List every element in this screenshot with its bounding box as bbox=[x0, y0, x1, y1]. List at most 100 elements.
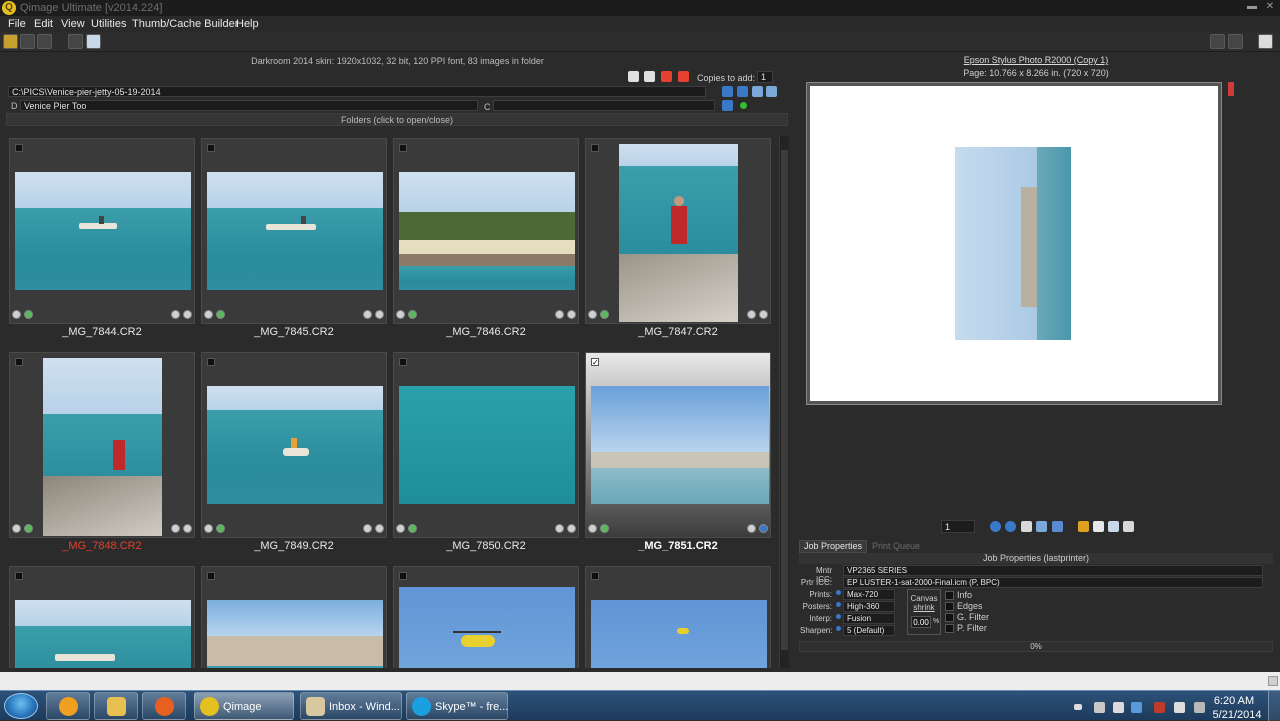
copies-input[interactable]: 1 bbox=[757, 71, 773, 83]
prtr-icc-select[interactable]: EP LUSTER-1-sat-2000-Final.icm (P, BPC) bbox=[843, 577, 1263, 588]
info-icon[interactable] bbox=[12, 524, 21, 533]
c-folder-field[interactable] bbox=[493, 100, 715, 111]
color-icon[interactable] bbox=[216, 310, 225, 319]
folder-path-input[interactable]: C:\PICS\Venice-pier-jetty-05-19-2014 bbox=[8, 86, 706, 97]
interp-select[interactable]: Fusion bbox=[843, 613, 895, 624]
page-icon[interactable] bbox=[1258, 34, 1273, 49]
remove-icon[interactable] bbox=[555, 310, 564, 319]
layout-icon[interactable] bbox=[1021, 521, 1032, 532]
folders-toggle-bar[interactable]: Folders (click to open/close) bbox=[6, 113, 788, 126]
select-checkbox[interactable] bbox=[15, 144, 23, 152]
canvas-shrink-link[interactable]: shrink bbox=[908, 603, 940, 612]
thumbnail-image[interactable] bbox=[207, 600, 383, 668]
menu-help[interactable]: Help bbox=[236, 18, 259, 30]
color-icon[interactable] bbox=[600, 524, 609, 533]
thumbnail-image[interactable] bbox=[399, 172, 575, 290]
thumbnail-image[interactable] bbox=[591, 600, 767, 668]
remove-icon[interactable] bbox=[363, 310, 372, 319]
prints-info-icon[interactable] bbox=[836, 590, 841, 595]
thumbnail-image[interactable] bbox=[15, 172, 191, 290]
g-filter-checkbox[interactable] bbox=[945, 613, 954, 622]
tray-flag-icon[interactable] bbox=[1174, 702, 1185, 713]
thumbnail-image[interactable] bbox=[619, 144, 738, 322]
thumbnail-image[interactable] bbox=[591, 386, 769, 504]
minimize-icon[interactable]: ▬ bbox=[1244, 0, 1260, 14]
taskbar-inbox[interactable]: Inbox - Wind... bbox=[300, 692, 402, 720]
printer-icon[interactable] bbox=[1210, 34, 1225, 49]
info-icon[interactable] bbox=[588, 310, 597, 319]
taskbar-qimage[interactable]: Qimage bbox=[194, 692, 294, 720]
select-checkbox[interactable] bbox=[399, 144, 407, 152]
taskbar-skype[interactable]: Skype™ - fre... bbox=[406, 692, 508, 720]
start-button[interactable] bbox=[4, 693, 38, 719]
add-red-icon-2[interactable] bbox=[678, 71, 689, 82]
info-icon[interactable] bbox=[12, 310, 21, 319]
edges-checkbox[interactable] bbox=[945, 602, 954, 611]
thumbnail-cell[interactable] bbox=[201, 566, 387, 668]
color-icon[interactable] bbox=[600, 310, 609, 319]
new-page-icon[interactable] bbox=[1093, 521, 1104, 532]
sharpen-info-icon[interactable] bbox=[836, 626, 841, 631]
color-icon[interactable] bbox=[216, 524, 225, 533]
grid-layout-icon[interactable] bbox=[1036, 521, 1047, 532]
print-preview-icon[interactable] bbox=[1228, 34, 1243, 49]
list-icon[interactable] bbox=[752, 86, 763, 97]
firefox-taskbar-icon[interactable] bbox=[142, 692, 186, 720]
select-checkbox[interactable] bbox=[591, 144, 599, 152]
thumbnail-cell[interactable] bbox=[9, 566, 195, 668]
open-folder-icon[interactable] bbox=[3, 34, 18, 49]
thumbnail-image[interactable] bbox=[399, 587, 575, 668]
remove-icon[interactable] bbox=[171, 310, 180, 319]
tab-job-properties[interactable]: Job Properties bbox=[799, 540, 867, 553]
sharpen-select[interactable]: 5 (Default) bbox=[843, 625, 895, 636]
info-icon[interactable] bbox=[204, 524, 213, 533]
posters-select[interactable]: High-360 PPI bbox=[843, 601, 895, 621]
remove-icon[interactable] bbox=[555, 524, 564, 533]
color-icon[interactable] bbox=[408, 524, 417, 533]
add-icon[interactable] bbox=[567, 310, 576, 319]
thumbnail-cell[interactable] bbox=[201, 138, 387, 324]
select-checkbox-checked[interactable]: ✓ bbox=[591, 358, 599, 367]
select-checkbox[interactable] bbox=[207, 144, 215, 152]
menu-utilities[interactable]: Utilities bbox=[91, 18, 126, 30]
close-icon[interactable]: ✕ bbox=[1262, 0, 1278, 14]
thumbnail-cell[interactable] bbox=[201, 352, 387, 538]
add-icon[interactable] bbox=[759, 524, 768, 533]
tray-display-icon[interactable] bbox=[1194, 702, 1205, 713]
back-arrow-icon[interactable] bbox=[722, 86, 733, 97]
canvas-value-input[interactable]: 0.00 bbox=[911, 616, 931, 628]
remove-icon[interactable] bbox=[171, 524, 180, 533]
window-layout-icon[interactable] bbox=[86, 34, 101, 49]
pinned-app-icon[interactable] bbox=[46, 692, 90, 720]
color-icon[interactable] bbox=[408, 310, 417, 319]
menu-file[interactable]: File bbox=[8, 18, 26, 30]
add-icon[interactable] bbox=[375, 524, 384, 533]
posters-info-icon[interactable] bbox=[836, 602, 841, 607]
settings-icon[interactable] bbox=[68, 34, 83, 49]
page-marker-icon[interactable] bbox=[1228, 82, 1234, 96]
multi-layout-icon[interactable] bbox=[1052, 521, 1063, 532]
printer-name-link[interactable]: Epson Stylus Photo R2000 (Copy 1) bbox=[797, 55, 1275, 65]
explorer-taskbar-icon[interactable] bbox=[94, 692, 138, 720]
sync-icon[interactable] bbox=[722, 100, 733, 111]
add-red-icon[interactable] bbox=[661, 71, 672, 82]
select-checkbox[interactable] bbox=[207, 572, 215, 580]
thumbnail-cell-selected[interactable]: ✓ bbox=[585, 352, 771, 538]
copy-page-icon[interactable] bbox=[1108, 521, 1119, 532]
mntr-icc-select[interactable]: VP2365 SERIES bbox=[843, 565, 1263, 576]
tray-expand-icon[interactable] bbox=[1074, 704, 1082, 710]
save-icon[interactable] bbox=[20, 34, 35, 49]
add-icon[interactable] bbox=[567, 524, 576, 533]
sort-b-icon[interactable] bbox=[644, 71, 655, 82]
thumbnail-image[interactable] bbox=[15, 600, 191, 668]
thumbnail-image[interactable] bbox=[43, 358, 162, 536]
clock-date[interactable]: 5/21/2014 bbox=[1206, 709, 1268, 721]
prev-page-icon[interactable] bbox=[990, 521, 1001, 532]
thumbnail-cell[interactable] bbox=[393, 138, 579, 324]
select-checkbox[interactable] bbox=[399, 572, 407, 580]
add-icon[interactable] bbox=[375, 310, 384, 319]
menu-edit[interactable]: Edit bbox=[34, 18, 53, 30]
lock-icon[interactable] bbox=[1078, 521, 1089, 532]
print-preview-page[interactable] bbox=[806, 82, 1222, 405]
network-icon[interactable] bbox=[1131, 702, 1142, 713]
